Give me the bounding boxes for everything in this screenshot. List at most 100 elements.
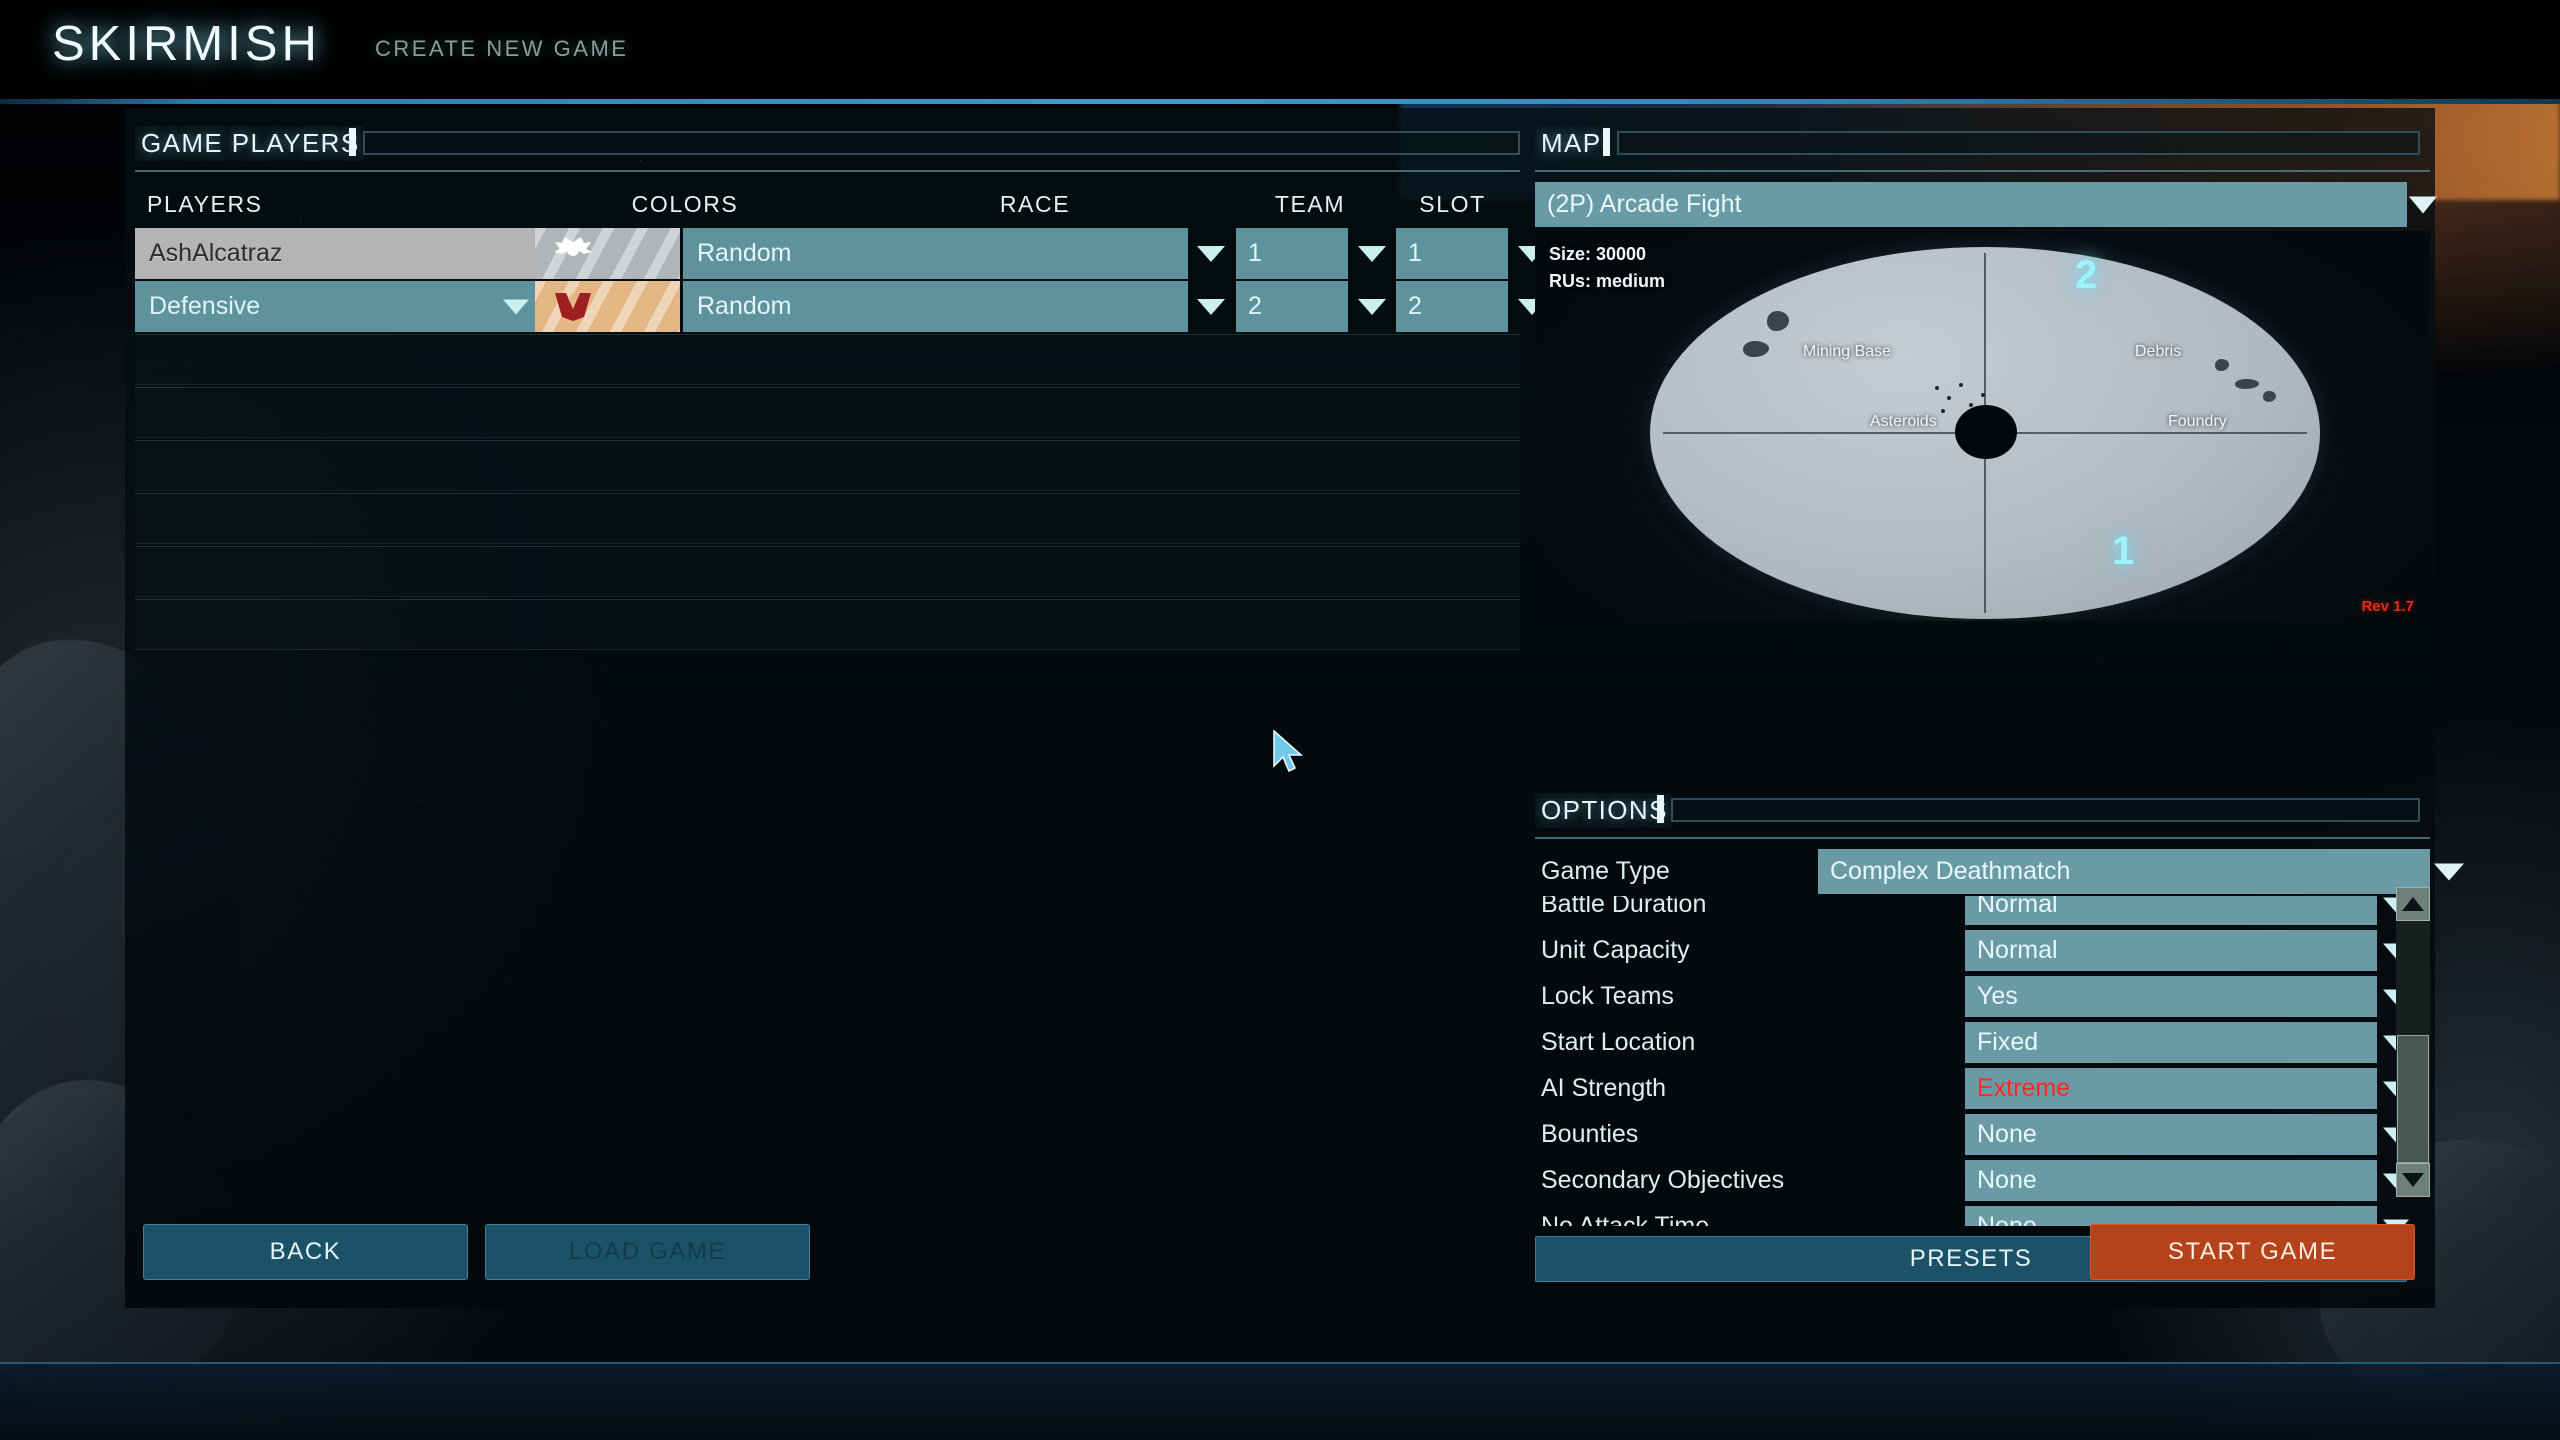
player-team-select[interactable]: 2 — [1236, 281, 1386, 332]
chevron-down-icon[interactable] — [2434, 863, 2464, 880]
options-list: Game Type Complex Deathmatch Battle Dura… — [1535, 849, 2464, 1226]
map-size-text: Size: 30000 — [1549, 244, 1647, 264]
mouse-cursor — [1273, 730, 1304, 773]
player-team-value: 2 — [1248, 292, 1262, 320]
table-row[interactable]: Defensive Random 2 2 — [135, 281, 1546, 332]
map-label: MAP — [1535, 126, 1606, 161]
option-value-select[interactable]: None — [1965, 1160, 2409, 1201]
chevron-down-icon[interactable] — [503, 299, 529, 314]
chevron-down-icon[interactable] — [2409, 196, 2437, 213]
option-row-battle-duration[interactable]: Battle Duration Normal — [1535, 896, 2430, 927]
empty-player-slot[interactable] — [135, 493, 1520, 544]
game-players-label: GAME PLAYERS — [135, 126, 364, 161]
map-rus-text: RUs: medium — [1549, 271, 1666, 291]
map-feature-label: Mining Base — [1803, 343, 1892, 360]
chevron-up-icon — [2402, 897, 2424, 911]
section-divider — [135, 170, 1520, 172]
option-label: Start Location — [1541, 1028, 1696, 1056]
empty-player-slot[interactable] — [135, 334, 1520, 385]
option-value-select[interactable]: Normal — [1965, 896, 2409, 925]
start-game-button[interactable]: START GAME — [2090, 1224, 2415, 1280]
empty-player-slot[interactable] — [135, 440, 1520, 491]
section-bar — [1671, 798, 2420, 822]
map-revision-label: Rev 1.7 — [2361, 598, 2414, 615]
column-header-team: TEAM — [1274, 190, 1346, 217]
option-value: Normal — [1977, 936, 2058, 964]
map-panel: MAP (2P) Arcade Fight Mining Base Debris… — [1535, 126, 2437, 621]
map-feature-label: Asteroids — [1870, 413, 1937, 430]
option-row-no-attack-time[interactable]: No Attack Time None — [1535, 1204, 2430, 1226]
option-label: AI Strength — [1541, 1074, 1667, 1102]
load-game-button[interactable]: LOAD GAME — [485, 1224, 810, 1280]
option-label: Secondary Objectives — [1541, 1166, 1785, 1194]
option-row-unit-capacity[interactable]: Unit Capacity Normal — [1535, 928, 2430, 973]
column-header-race: RACE — [999, 190, 1071, 217]
option-value-select[interactable]: Extreme — [1965, 1068, 2409, 1109]
chevron-down-icon[interactable] — [1197, 298, 1225, 315]
table-row[interactable]: AshAlcatraz Random 1 1 — [135, 228, 1546, 279]
empty-player-slot[interactable] — [135, 599, 1520, 650]
header-divider — [0, 99, 2560, 104]
column-header-slot: SLOT — [1419, 190, 1486, 217]
player-name-label: AshAlcatraz — [149, 239, 283, 267]
back-button[interactable]: BACK — [143, 1224, 468, 1280]
bottom-accent-bar — [0, 1362, 2560, 1440]
column-header-players: PLAYERS — [147, 190, 263, 217]
option-value-select[interactable]: None — [1965, 1114, 2409, 1155]
option-label: Battle Duration — [1541, 896, 1707, 918]
player-name-cell[interactable]: Defensive — [135, 281, 535, 332]
map-spawn-marker-1: 1 — [2112, 529, 2135, 573]
page-title: SKIRMISH — [52, 17, 321, 71]
option-row-game-type[interactable]: Game Type Complex Deathmatch — [1535, 849, 2464, 894]
player-slot-select[interactable]: 1 — [1396, 228, 1546, 279]
player-team-select[interactable]: 1 — [1236, 228, 1386, 279]
player-name-cell[interactable]: AshAlcatraz — [135, 228, 535, 279]
player-color-swatch[interactable] — [535, 228, 680, 279]
player-slot-select[interactable]: 2 — [1396, 281, 1546, 332]
map-feature-label: Foundry — [2168, 413, 2227, 430]
chevron-down-icon[interactable] — [1358, 245, 1386, 262]
option-label: Lock Teams — [1541, 982, 1674, 1010]
empty-player-slot[interactable] — [135, 387, 1520, 438]
column-header-colors: COLORS — [631, 190, 739, 217]
option-value-select[interactable]: Complex Deathmatch — [1818, 849, 2464, 894]
option-value-select[interactable]: None — [1965, 1206, 2409, 1226]
option-value-select[interactable]: Fixed — [1965, 1022, 2409, 1063]
empty-player-slot[interactable] — [135, 546, 1520, 597]
option-row-secondary-objectives[interactable]: Secondary Objectives None — [1535, 1158, 2430, 1203]
app-header: SKIRMISH CREATE NEW GAME — [0, 0, 2560, 104]
options-scroll-content: Battle Duration Normal Unit Capacity Nor… — [1535, 896, 2430, 1226]
player-slot-value: 2 — [1408, 292, 1422, 320]
map-center-void — [1955, 405, 2017, 459]
options-scrollbar[interactable] — [2396, 887, 2430, 1197]
option-label: Bounties — [1541, 1120, 1639, 1148]
scroll-up-button[interactable] — [2396, 887, 2430, 921]
option-row-bounties[interactable]: Bounties None — [1535, 1112, 2430, 1157]
player-color-swatch[interactable] — [535, 281, 680, 332]
option-row-ai-strength[interactable]: AI Strength Extreme — [1535, 1066, 2430, 1111]
options-section-header: OPTIONS — [1535, 793, 2430, 837]
map-section-header: MAP — [1535, 126, 2430, 170]
chevron-down-icon[interactable] — [1197, 245, 1225, 262]
option-value: Fixed — [1977, 1028, 2039, 1056]
scroll-down-button[interactable] — [2396, 1163, 2430, 1197]
option-value: Yes — [1977, 982, 2018, 1010]
option-row-lock-teams[interactable]: Lock Teams Yes — [1535, 974, 2430, 1019]
option-value-select[interactable]: Normal — [1965, 930, 2409, 971]
selected-map-name: (2P) Arcade Fight — [1547, 190, 1742, 218]
player-race-value: Random — [697, 239, 792, 267]
game-players-panel: GAME PLAYERS PLAYERS COLORS RACE TEAM SL… — [135, 126, 1546, 650]
map-select-dropdown[interactable]: (2P) Arcade Fight — [1535, 182, 2437, 227]
scrollbar-thumb[interactable] — [2397, 1035, 2429, 1163]
player-race-select[interactable]: Random — [683, 281, 1225, 332]
chevron-insignia-icon — [555, 292, 591, 321]
option-value-select[interactable]: Yes — [1965, 976, 2409, 1017]
chevron-down-icon — [2402, 1173, 2424, 1187]
player-race-select[interactable]: Random — [683, 228, 1225, 279]
eagle-insignia-icon — [554, 236, 592, 256]
player-race-value: Random — [697, 292, 792, 320]
chevron-down-icon[interactable] — [1358, 298, 1386, 315]
options-label: OPTIONS — [1535, 793, 1672, 828]
map-feature-label: Debris — [2135, 343, 2182, 360]
option-row-start-location[interactable]: Start Location Fixed — [1535, 1020, 2430, 1065]
